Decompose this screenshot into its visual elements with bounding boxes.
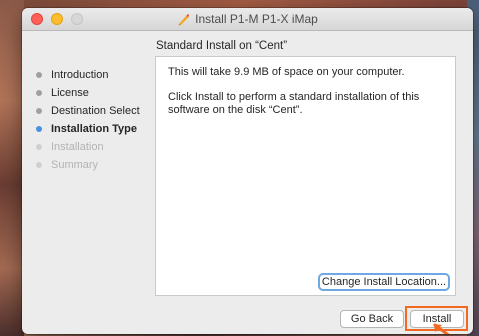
step-summary: Summary [36, 156, 166, 174]
space-required-text: This will take 9.9 MB of space on your c… [168, 66, 405, 78]
installer-steps-sidebar: Introduction License Destination Select … [36, 66, 166, 174]
step-label: License [51, 87, 89, 99]
step-label: Introduction [51, 69, 109, 81]
step-bullet-icon [36, 108, 42, 114]
step-bullet-icon [36, 90, 42, 96]
go-back-button[interactable]: Go Back [340, 310, 404, 328]
step-label: Destination Select [51, 105, 140, 117]
panel-text: This will take 9.9 MB of space on your c… [168, 66, 443, 129]
arrow-pointer-icon [433, 323, 450, 334]
step-label: Summary [51, 159, 99, 171]
step-license: License [36, 84, 166, 102]
step-bullet-icon [36, 126, 42, 132]
step-label: Installation Type [51, 123, 137, 135]
change-install-location-button[interactable]: Change Install Location... [318, 273, 450, 291]
title-bar[interactable]: Install P1-M P1-X iMap [22, 8, 473, 31]
installer-window: Install P1-M P1-X iMap Standard Install … [22, 8, 473, 334]
window-title-group: Install P1-M P1-X iMap [22, 8, 473, 30]
step-bullet-icon [36, 72, 42, 78]
window-title: Install P1-M P1-X iMap [195, 12, 318, 26]
step-installation: Installation [36, 138, 166, 156]
step-bullet-icon [36, 162, 42, 168]
step-introduction: Introduction [36, 66, 166, 84]
step-bullet-icon [36, 144, 42, 150]
install-instruction-text: Click Install to perform a standard inst… [168, 91, 420, 116]
installer-icon [178, 13, 190, 25]
desktop-wallpaper-left [0, 0, 24, 336]
step-installation-type: Installation Type [36, 120, 166, 138]
content-panel: This will take 9.9 MB of space on your c… [155, 56, 456, 296]
page-heading: Standard Install on “Cent” [156, 40, 288, 52]
step-destination-select: Destination Select [36, 102, 166, 120]
step-label: Installation [51, 141, 104, 153]
